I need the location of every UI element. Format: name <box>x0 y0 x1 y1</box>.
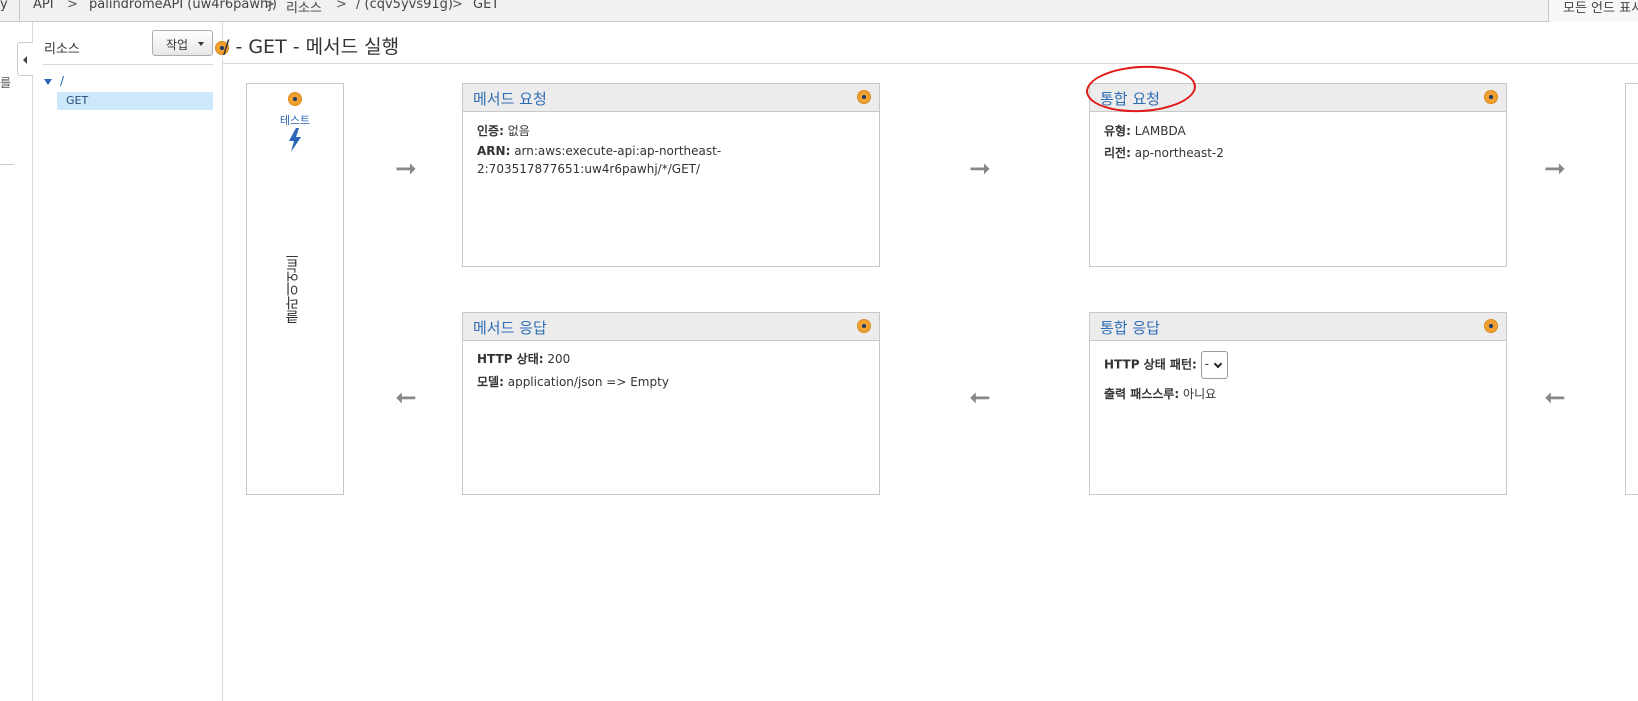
breadcrumb-separator: > <box>452 0 463 12</box>
passthrough-value: 아니요 <box>1183 387 1217 401</box>
http-status-label: HTTP 상태: <box>477 352 544 366</box>
region-row: 리전: ap-northeast-2 <box>1104 144 1224 161</box>
breadcrumb-item-api-name[interactable]: palindromeAPI (uw4r6pawhj) <box>89 0 277 12</box>
status-pattern-row: HTTP 상태 패턴: - <box>1104 351 1228 379</box>
breadcrumb-separator: > <box>67 0 78 12</box>
breadcrumb-leading[interactable]: y <box>0 0 8 12</box>
divider <box>0 164 14 165</box>
status-pattern-label: HTTP 상태 패턴: <box>1104 357 1197 372</box>
orange-dot-icon[interactable] <box>857 319 871 333</box>
method-response-header: 메서드 응답 <box>463 313 879 341</box>
arrow-right-icon: ➞ <box>1544 154 1566 184</box>
integration-response-box: 통합 응답 HTTP 상태 패턴: - 출력 패스스루: 아니요 <box>1089 312 1507 495</box>
resource-panel-title: 리소스 <box>44 42 80 57</box>
show-all-hints-label: 모든 언드 표시 <box>1563 1 1638 16</box>
arrow-left-icon: ➞ <box>395 383 417 413</box>
breadcrumb-item-method[interactable]: GET <box>473 0 499 12</box>
actions-dropdown-button[interactable]: 작업 <box>152 30 213 56</box>
model-label: 모델: <box>477 375 504 389</box>
model-row: 모델: application/json => Empty <box>477 373 669 390</box>
caret-down-icon <box>198 42 204 46</box>
breadcrumb-item-resources[interactable]: 리소스 <box>286 0 322 16</box>
method-request-box: 메서드 요청 인증: 없음 ARN: arn:aws:execute-api:a… <box>462 83 880 267</box>
left-nav-glyph[interactable]: 를 <box>0 74 11 91</box>
status-pattern-select[interactable]: - <box>1200 351 1228 379</box>
passthrough-label: 출력 패스스루: <box>1104 387 1180 401</box>
type-row: 유형: LAMBDA <box>1104 122 1186 139</box>
orange-dot-icon[interactable] <box>288 92 302 106</box>
resource-panel: 리소스 작업 / GET <box>33 22 223 701</box>
http-status-value: 200 <box>547 352 571 366</box>
left-nav: 를 <box>0 22 33 701</box>
collapse-panel-button[interactable] <box>17 42 33 76</box>
divider <box>19 0 20 22</box>
orange-dot-icon[interactable] <box>1484 319 1498 333</box>
method-response-box: 메서드 응답 HTTP 상태: 200 모델: application/json… <box>462 312 880 495</box>
show-all-hints-button[interactable]: 모든 언드 표시 <box>1548 0 1638 22</box>
passthrough-row: 출력 패스스루: 아니요 <box>1104 385 1216 402</box>
page-title: / - GET - 메서드 실행 <box>223 36 400 58</box>
auth-label: 인증: <box>477 124 504 138</box>
method-request-header: 메서드 요청 <box>463 84 879 112</box>
integration-response-header: 통합 응답 <box>1090 313 1506 341</box>
arn-value-line2: 2:703517877651:uw4r6pawhj/*/GET/ <box>477 162 701 176</box>
method-request-link[interactable]: 메서드 요청 <box>473 88 547 109</box>
breadcrumb-separator: > <box>264 0 275 12</box>
chevron-left-icon <box>23 56 27 64</box>
region-label: 리전: <box>1104 146 1131 160</box>
method-response-link[interactable]: 메서드 응답 <box>473 317 547 338</box>
tree-item-get[interactable]: GET <box>57 92 213 110</box>
breadcrumb-separator: > <box>336 0 347 12</box>
orange-dot-icon[interactable] <box>1484 90 1498 104</box>
tree-root-label: / <box>60 74 65 88</box>
arn-value-line1: arn:aws:execute-api:ap-northeast- <box>514 144 722 158</box>
status-pattern-value: - <box>1204 357 1209 371</box>
breadcrumb-item-resource-id[interactable]: / (cqv5yvs91g) <box>356 0 453 12</box>
type-label: 유형: <box>1104 124 1131 138</box>
arrow-left-icon: ➞ <box>1544 383 1566 413</box>
breadcrumb-item-api[interactable]: API <box>33 0 54 12</box>
http-status-row: HTTP 상태: 200 <box>477 350 570 367</box>
breadcrumb: y API > palindromeAPI (uw4r6pawhj) > 리소스… <box>0 0 1638 22</box>
client-label: 클라이언트 <box>285 254 301 324</box>
auth-value: 없음 <box>507 124 530 138</box>
arrow-right-icon: ➞ <box>969 154 991 184</box>
arrow-left-icon: ➞ <box>969 383 991 413</box>
client-box: 테스트 클라이언트 <box>246 83 344 495</box>
chevron-down-icon <box>1213 359 1222 369</box>
divider <box>43 64 213 65</box>
type-value: LAMBDA <box>1134 124 1186 138</box>
auth-row: 인증: 없음 <box>477 122 530 139</box>
arn-label: ARN: <box>477 144 511 158</box>
orange-dot-icon[interactable] <box>857 90 871 104</box>
integration-response-link[interactable]: 통합 응답 <box>1100 317 1160 338</box>
lightning-bolt-icon[interactable] <box>287 128 303 152</box>
tree-item-root[interactable]: / <box>44 74 64 88</box>
divider <box>223 63 1638 64</box>
backend-box-partial <box>1625 83 1638 495</box>
model-value: application/json => Empty <box>507 375 669 389</box>
region-value: ap-northeast-2 <box>1134 146 1224 160</box>
arn-row: ARN: arn:aws:execute-api:ap-northeast- <box>477 144 721 158</box>
arrow-right-icon: ➞ <box>395 154 417 184</box>
actions-label: 작업 <box>166 38 189 52</box>
test-link[interactable]: 테스트 <box>247 112 343 128</box>
expand-triangle-icon[interactable] <box>44 78 52 85</box>
